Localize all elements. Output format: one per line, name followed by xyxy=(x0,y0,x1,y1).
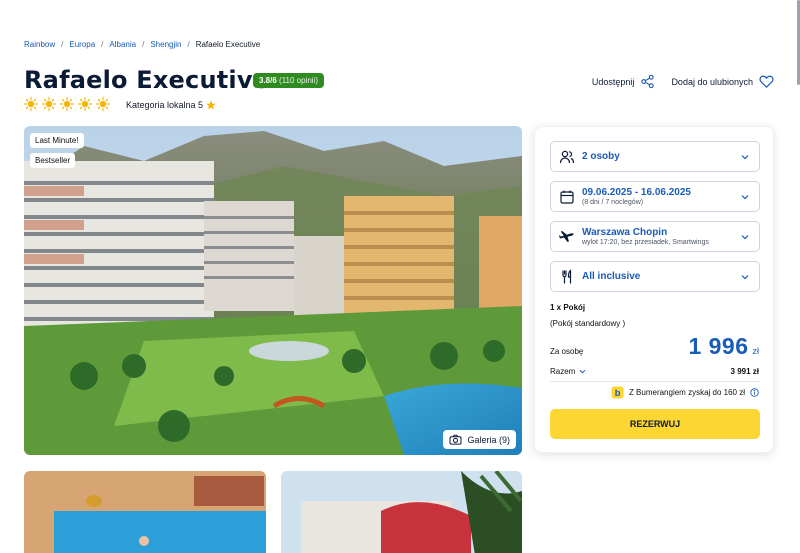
gallery-button[interactable]: Galeria (9) xyxy=(443,430,516,449)
dates-sub: (8 dni / 7 noclegów) xyxy=(582,198,644,206)
breadcrumb-link-europa[interactable]: Europa xyxy=(69,40,95,49)
board-value: All inclusive xyxy=(582,271,641,282)
local-category-label: Kategoria lokalna 5 xyxy=(126,100,204,110)
bumerang-text: Z Bumerangiem zyskaj do 160 zł xyxy=(628,388,745,397)
price-currency: zł xyxy=(752,346,760,356)
price-per-person: 1 996 zł xyxy=(688,333,759,360)
chevron-down-icon xyxy=(579,369,586,374)
room-count: 1 x Pokój xyxy=(550,303,586,312)
last-minute-tag: Last Minute! xyxy=(30,133,84,148)
chevron-down-icon xyxy=(741,195,749,200)
info-icon[interactable] xyxy=(750,388,759,397)
breadcrumb: Rainbow / Europa / Albania / Shengjin / Rafa… xyxy=(24,40,261,49)
breadcrumb-link-albania[interactable]: Albania xyxy=(109,40,136,49)
rating-count: (110 opinii) xyxy=(279,76,319,85)
share-label: Udostępnij xyxy=(591,76,635,87)
board-select[interactable]: All inclusive xyxy=(550,261,760,292)
total-value: 3 991 zł xyxy=(730,367,759,376)
sun-icon xyxy=(78,97,92,111)
dates-select[interactable]: 09.06.2025 - 16.06.2025 (8 dni / 7 nocle… xyxy=(550,181,760,212)
price-value: 1 996 xyxy=(688,333,749,359)
heart-icon xyxy=(759,75,774,88)
persons-select[interactable]: 2 osoby xyxy=(550,141,760,172)
share-button[interactable]: Udostępnij xyxy=(592,74,656,89)
page-title: Rafaelo Executive xyxy=(24,66,270,94)
gallery-label: Galeria (9) xyxy=(467,434,510,445)
dates-value: 09.06.2025 - 16.06.2025 xyxy=(582,186,691,198)
favorite-label: Dodaj do ulubionych xyxy=(671,76,753,87)
breadcrumb-link-rainbow[interactable]: Rainbow xyxy=(24,40,55,49)
users-icon xyxy=(559,150,575,163)
sun-icon xyxy=(42,97,56,111)
chevron-down-icon xyxy=(741,235,749,240)
thumbnail-pool[interactable] xyxy=(24,471,266,553)
divider xyxy=(550,381,760,382)
airport-value: Warszawa Chopin xyxy=(582,226,668,238)
sun-rating xyxy=(24,97,110,111)
svg-text:b: b xyxy=(615,388,621,398)
room-type: (Pokój standardowy ) xyxy=(550,319,626,328)
local-category: Kategoria lokalna 5 xyxy=(126,100,216,110)
total-toggle[interactable]: Razem xyxy=(550,367,586,376)
calendar-icon xyxy=(560,190,574,204)
booking-panel: 2 osoby 09.06.2025 - 16.06.2025 (8 dni /… xyxy=(534,126,774,453)
sun-icon xyxy=(96,97,110,111)
thumbnail-building[interactable] xyxy=(281,471,522,553)
camera-icon xyxy=(449,434,462,445)
per-person-label: Za osobę xyxy=(550,347,584,356)
plane-icon xyxy=(559,230,574,242)
total-label: Razem xyxy=(550,367,576,376)
cutlery-icon xyxy=(562,268,572,283)
book-button[interactable]: REZERWUJ xyxy=(550,409,760,439)
rating-badge[interactable]: 3.8/6 (110 opinii) xyxy=(253,73,325,88)
breadcrumb-current: Rafaelo Executive xyxy=(195,40,261,49)
page: Rainbow / Europa / Albania / Shengjin / Rafa… xyxy=(0,0,800,553)
persons-value: 2 osoby xyxy=(582,151,620,162)
sun-icon xyxy=(24,97,38,111)
pool-photo xyxy=(24,471,266,553)
bumerang-info: b Z Bumerangiem zyskaj do 160 zł xyxy=(611,386,759,399)
hotel-photo xyxy=(24,126,522,455)
sun-icon xyxy=(60,97,74,111)
breadcrumb-link-shengjin[interactable]: Shengjin xyxy=(150,40,181,49)
bumerang-logo-icon: b xyxy=(611,386,624,399)
rating-score: 3.8/6 xyxy=(259,76,277,85)
share-icon xyxy=(641,74,655,89)
hero-photo[interactable]: Last Minute! Bestseller Galeria (9) xyxy=(24,126,522,455)
departure-select[interactable]: Warszawa Chopin wylot 17:20, bez przesia… xyxy=(550,221,760,252)
bestseller-tag: Bestseller xyxy=(30,153,76,168)
star-icon xyxy=(206,100,216,110)
airport-sub: wylot 17:20, bez przesiadek, Smartwings xyxy=(582,238,709,246)
chevron-down-icon xyxy=(741,275,749,280)
chevron-down-icon xyxy=(741,155,749,160)
header-actions: Udostępnij Dodaj do ulubionych xyxy=(592,74,774,89)
building-photo xyxy=(281,471,522,553)
favorite-button[interactable]: Dodaj do ulubionych xyxy=(671,74,774,89)
